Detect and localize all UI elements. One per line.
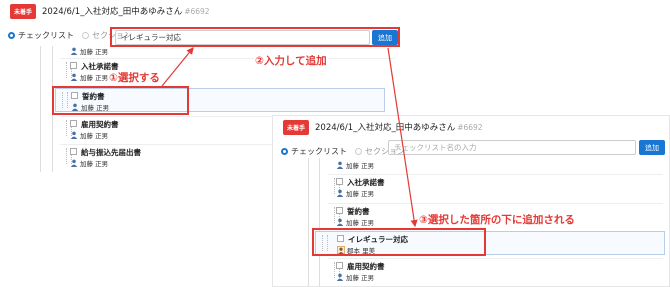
arrow-step1 [161, 47, 194, 87]
annotation-step1: ①選択する [108, 70, 161, 85]
annotation-arrows [161, 47, 418, 228]
arrow-step3 [387, 47, 418, 228]
annotation-step3: ③選択した箇所の下に追加される [418, 212, 576, 227]
annotation-step2: ②入力して追加 [254, 53, 328, 68]
